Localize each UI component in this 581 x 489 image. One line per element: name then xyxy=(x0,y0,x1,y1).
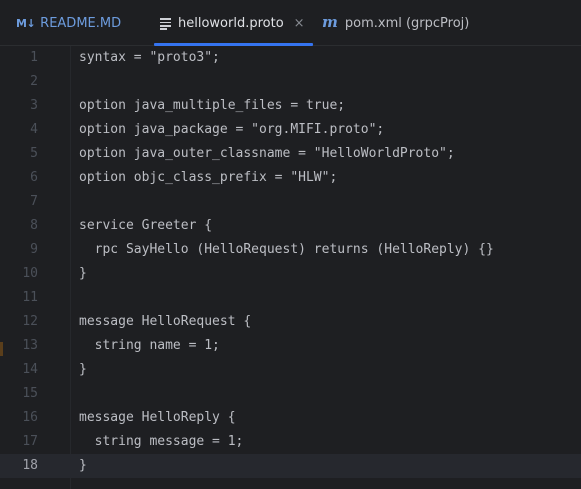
code-line[interactable]: 18} xyxy=(0,454,581,478)
code-text: message HelloRequest { xyxy=(79,314,252,329)
code-text: } xyxy=(79,362,87,377)
line-number: 3 xyxy=(30,98,38,113)
code-line[interactable]: 6 option objc_class_prefix = "HLW"; xyxy=(0,166,581,190)
tab-label: README.MD xyxy=(40,15,122,31)
ide-window: M↓ README.MD helloworld.proto × m pom.xm… xyxy=(0,0,581,489)
code-line[interactable]: 15 xyxy=(0,382,581,406)
code-text: option objc_class_prefix = "HLW"; xyxy=(79,170,338,185)
tab-helloworld-proto[interactable]: helloworld.proto × xyxy=(154,0,313,46)
line-number: 10 xyxy=(22,266,38,281)
code-line[interactable]: 16 message HelloReply { xyxy=(0,406,581,430)
line-number: 14 xyxy=(22,362,38,377)
maven-icon: m xyxy=(322,13,338,31)
line-number: 11 xyxy=(22,290,38,305)
line-number: 18 xyxy=(22,458,38,473)
line-number: 1 xyxy=(30,50,38,65)
line-number: 5 xyxy=(30,146,38,161)
code-line[interactable]: 4 option java_package = "org.MIFI.proto"; xyxy=(0,118,581,142)
line-number: 7 xyxy=(30,194,38,209)
line-number: 2 xyxy=(30,74,38,89)
tab-readme[interactable]: M↓ README.MD xyxy=(16,0,121,46)
line-number: 17 xyxy=(22,434,38,449)
code-text: string name = 1; xyxy=(79,338,220,353)
line-number: 12 xyxy=(22,314,38,329)
code-text: option java_outer_classname = "HelloWorl… xyxy=(79,146,455,161)
tab-pom-xml[interactable]: m pom.xml (grpcProj) xyxy=(322,0,469,46)
proto-file-icon xyxy=(160,17,171,30)
code-line[interactable]: 10} xyxy=(0,262,581,286)
code-line[interactable]: 3 option java_multiple_files = true; xyxy=(0,94,581,118)
code-line[interactable]: 12 message HelloRequest { xyxy=(0,310,581,334)
line-number: 8 xyxy=(30,218,38,233)
code-text: } xyxy=(79,266,87,281)
tab-label: pom.xml (grpcProj) xyxy=(344,15,470,31)
code-text: message HelloReply { xyxy=(79,410,236,425)
tab-label: helloworld.proto xyxy=(178,15,284,31)
code-line[interactable]: 14} xyxy=(0,358,581,382)
line-number: 4 xyxy=(30,122,38,137)
line-number: 16 xyxy=(22,410,38,425)
code-line[interactable]: 7 xyxy=(0,190,581,214)
editor-tab-bar: M↓ README.MD helloworld.proto × m pom.xm… xyxy=(0,0,581,46)
code-editor[interactable]: 1 syntax = "proto3"; 2 3 option java_multipl… xyxy=(0,46,581,489)
code-line[interactable]: 5 option java_outer_classname = "HelloWor… xyxy=(0,142,581,166)
code-line[interactable]: 2 xyxy=(0,70,581,94)
code-text: option java_package = "org.MIFI.proto"; xyxy=(79,122,385,137)
code-line[interactable]: 9 rpc SayHello (HelloRequest) returns (H… xyxy=(0,238,581,262)
line-number: 6 xyxy=(30,170,38,185)
code-line[interactable]: 17 string message = 1; xyxy=(0,430,581,454)
line-number: 13 xyxy=(22,338,38,353)
code-line[interactable]: 1 syntax = "proto3"; xyxy=(0,46,581,70)
code-line[interactable]: 13 string name = 1; xyxy=(0,334,581,358)
code-text: rpc SayHello (HelloRequest) returns (Hel… xyxy=(79,242,494,257)
code-text: syntax = "proto3"; xyxy=(79,50,220,65)
code-text: } xyxy=(79,458,87,473)
code-text: string message = 1; xyxy=(79,434,244,449)
close-icon[interactable]: × xyxy=(294,16,305,31)
code-line[interactable]: 8 service Greeter { xyxy=(0,214,581,238)
markdown-icon: M↓ xyxy=(16,16,36,30)
line-number: 9 xyxy=(30,242,38,257)
code-text: option java_multiple_files = true; xyxy=(79,98,346,113)
line-number: 15 xyxy=(22,386,38,401)
code-line[interactable]: 11 xyxy=(0,286,581,310)
code-text: service Greeter { xyxy=(79,218,213,233)
